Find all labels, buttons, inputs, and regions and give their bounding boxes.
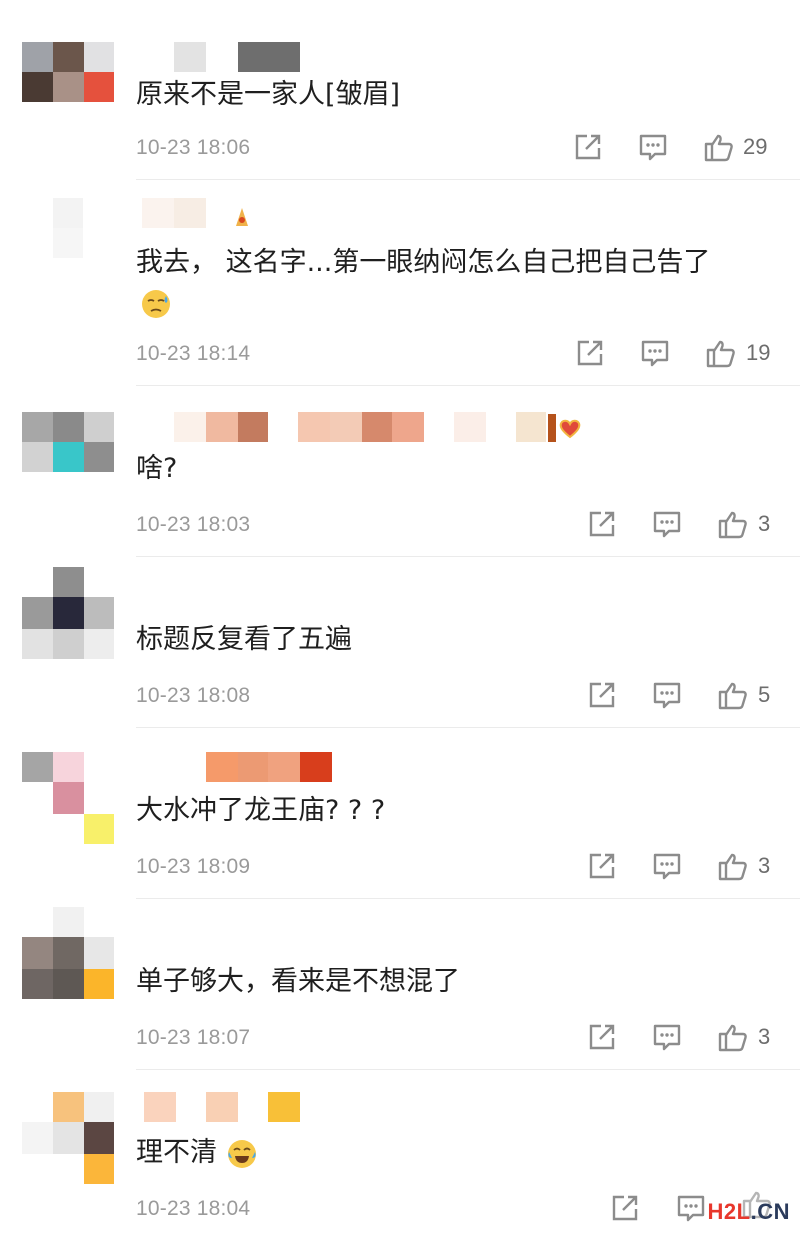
- comment-text: 大水冲了龙王庙? ? ?: [136, 795, 386, 826]
- like-count: 29: [743, 134, 768, 159]
- comment-time: 10-23 18:04: [136, 1197, 251, 1220]
- share-button[interactable]: [587, 509, 617, 541]
- avatar[interactable]: [22, 412, 114, 472]
- share-button[interactable]: [587, 680, 617, 712]
- crown-badge-icon: [232, 204, 252, 228]
- comment-text: 单子够大，看来是不想混了: [136, 966, 460, 997]
- comment-item: 原来不是一家人[皱眉] 10-23 18:06 29: [0, 0, 800, 180]
- comment-button[interactable]: [640, 338, 670, 370]
- comment-icon: [653, 511, 681, 538]
- watermark-h2l: H2L: [707, 1199, 751, 1224]
- like-count: 3: [758, 1024, 771, 1049]
- comment-button[interactable]: [652, 509, 682, 541]
- avatar[interactable]: [22, 1092, 114, 1184]
- comment-time: 10-23 18:08: [136, 684, 251, 707]
- comment-item: 标题反复看了五遍 10-23 18:08 5: [0, 557, 800, 728]
- thumbs-up-icon: [718, 511, 747, 539]
- like-button[interactable]: [717, 850, 749, 882]
- like-count: 3: [758, 511, 771, 536]
- like-button[interactable]: [717, 508, 749, 540]
- comment-item: 大水冲了龙王庙? ? ? 10-23 18:09 3: [0, 728, 800, 899]
- avatar[interactable]: [22, 752, 114, 844]
- comment-time: 10-23 18:09: [136, 855, 251, 878]
- share-button[interactable]: [610, 1193, 640, 1225]
- share-button[interactable]: [587, 1022, 617, 1054]
- like-button[interactable]: [717, 1021, 749, 1053]
- avatar[interactable]: [22, 198, 114, 258]
- comment-icon: [641, 340, 669, 367]
- comment-time: 10-23 18:07: [136, 1026, 251, 1049]
- thumbs-up-icon: [718, 853, 747, 881]
- like-count: 5: [758, 682, 771, 707]
- thumbs-up-icon: [706, 340, 735, 368]
- comment-icon: [653, 1024, 681, 1051]
- like-count: 3: [758, 853, 771, 878]
- comment-time: 10-23 18:14: [136, 342, 251, 365]
- comment-item: 单子够大，看来是不想混了 10-23 18:07 3: [0, 899, 800, 1070]
- comment-text: 理不清: [136, 1132, 776, 1174]
- watermark-logo: H2L.CN: [708, 1199, 790, 1225]
- comment-icon: [653, 853, 681, 880]
- heart-badge-icon: [548, 414, 584, 442]
- share-icon: [589, 511, 615, 537]
- share-icon: [577, 340, 603, 366]
- share-icon: [589, 1024, 615, 1050]
- cold-sweat-emoji: [140, 288, 172, 320]
- share-icon: [589, 682, 615, 708]
- comment-time: 10-23 18:03: [136, 513, 251, 536]
- thumbs-up-icon: [704, 134, 733, 162]
- comment-list: 原来不是一家人[皱眉] 10-23 18:06 29 我去， 这名字...第一眼…: [0, 0, 800, 1237]
- comment-item: 我去， 这名字...第一眼纳闷怎么自己把自己告了 10-23 18:14 19: [0, 180, 800, 386]
- like-button[interactable]: [703, 131, 735, 163]
- share-icon: [575, 134, 601, 160]
- watermark-cn: .CN: [750, 1199, 790, 1224]
- like-button[interactable]: [717, 679, 749, 711]
- thumbs-up-icon: [718, 1024, 747, 1052]
- thumbs-up-icon: [718, 682, 747, 710]
- comment-text: 啥?: [136, 453, 178, 484]
- share-button[interactable]: [587, 851, 617, 883]
- comment-icon: [653, 682, 681, 709]
- comment-button[interactable]: [652, 851, 682, 883]
- like-button[interactable]: [705, 337, 737, 369]
- comment-button[interactable]: [638, 132, 668, 164]
- laugh-cry-emoji: [226, 1138, 258, 1170]
- comment-icon: [639, 134, 667, 161]
- comment-button[interactable]: [652, 680, 682, 712]
- avatar[interactable]: [22, 42, 114, 102]
- comment-text: 标题反复看了五遍: [136, 624, 352, 655]
- comment-item: 啥? 10-23 18:03 3: [0, 386, 800, 557]
- share-icon: [589, 853, 615, 879]
- avatar[interactable]: [22, 907, 114, 999]
- share-button[interactable]: [573, 132, 603, 164]
- comment-icon: [677, 1195, 705, 1222]
- comment-time: 10-23 18:06: [136, 136, 251, 159]
- avatar[interactable]: [22, 567, 114, 659]
- comment-button[interactable]: [676, 1193, 706, 1225]
- comment-text-content: 理不清: [136, 1137, 217, 1168]
- share-button[interactable]: [575, 338, 605, 370]
- share-icon: [612, 1195, 638, 1221]
- comment-item: 理不清 10-23 18:04: [0, 1070, 800, 1237]
- comment-text: 原来不是一家人[皱眉]: [136, 79, 401, 110]
- comment-button[interactable]: [652, 1022, 682, 1054]
- like-count: 19: [746, 340, 771, 365]
- comment-text: 我去， 这名字...第一眼纳闷怎么自己把自己告了: [136, 247, 711, 278]
